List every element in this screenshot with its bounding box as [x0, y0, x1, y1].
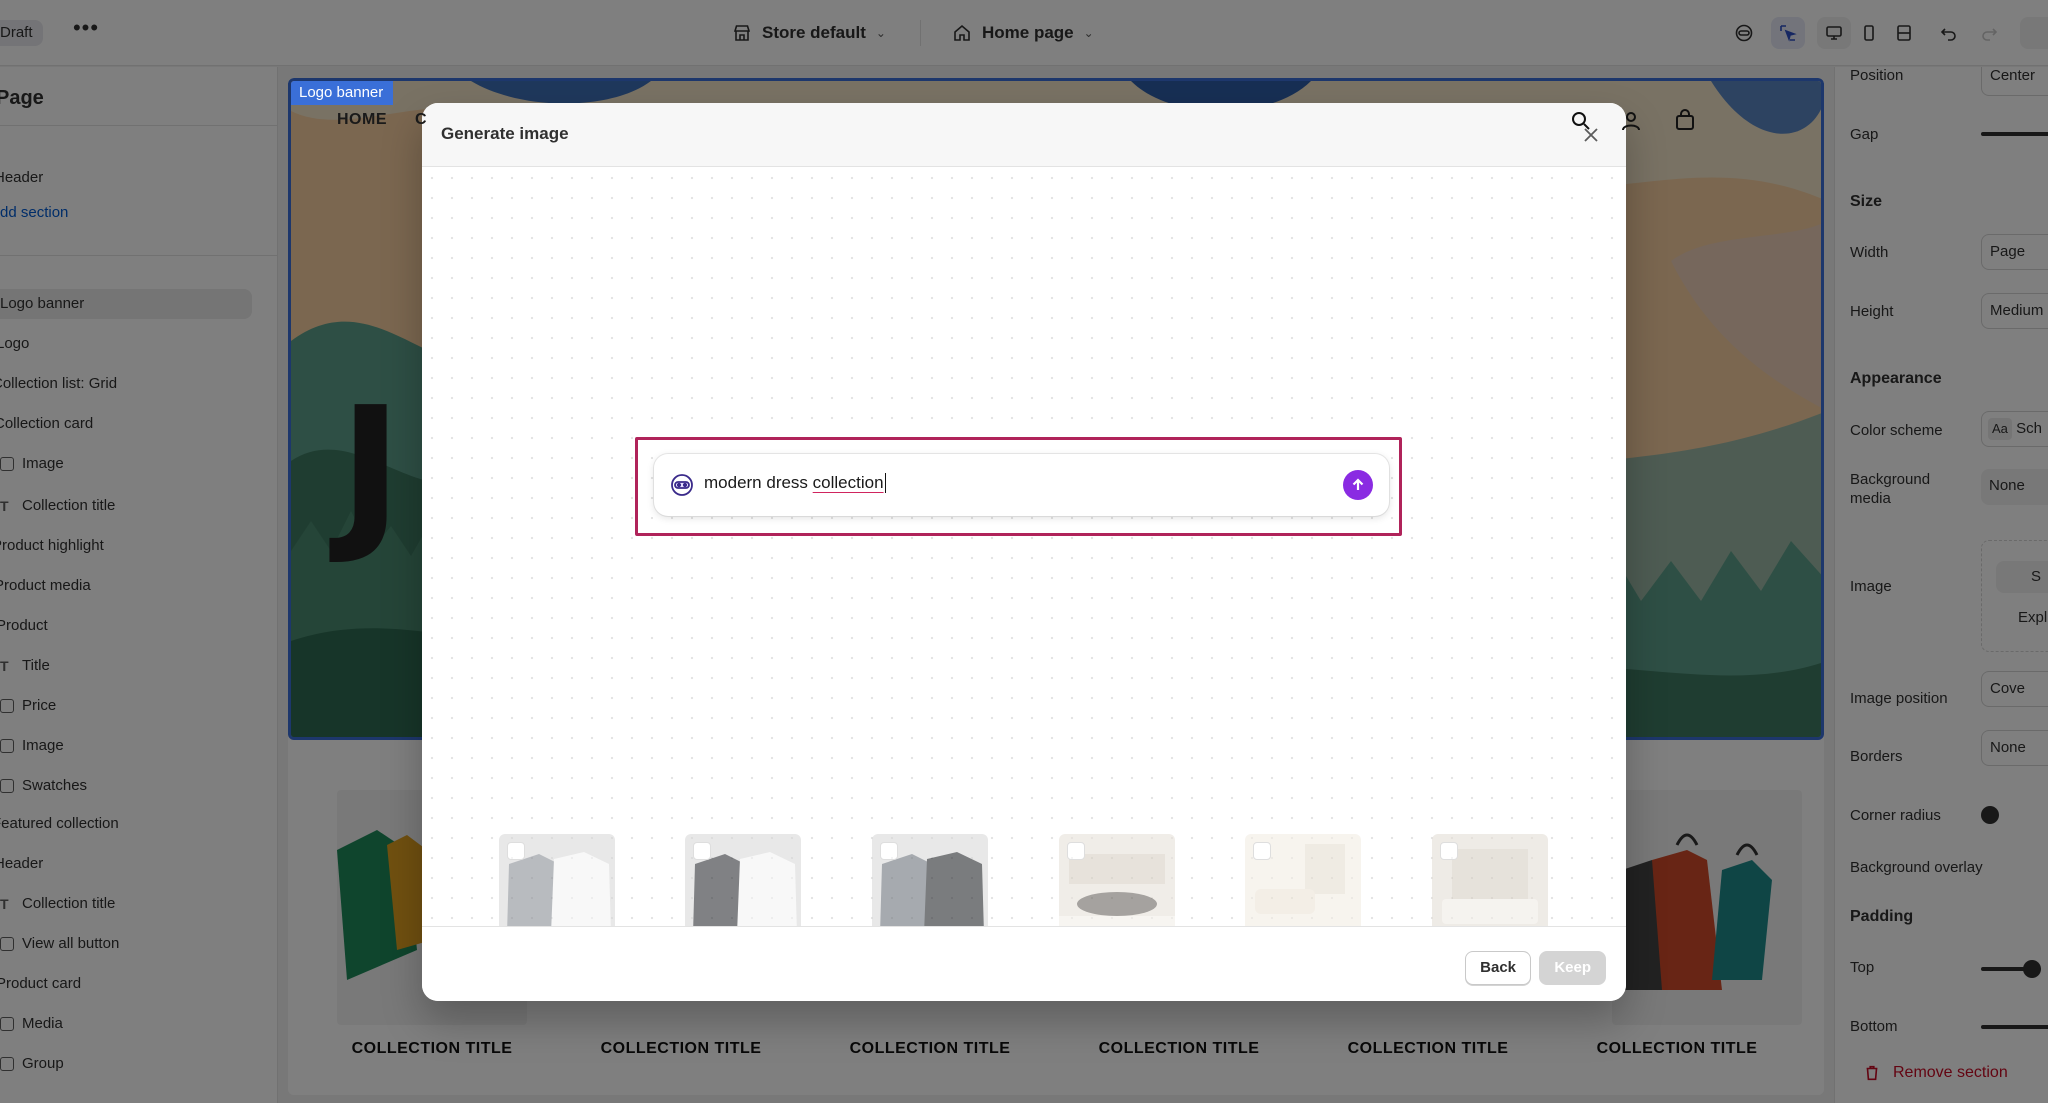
thumbnail-checkbox[interactable] — [693, 842, 711, 860]
sidekick-icon — [671, 474, 693, 496]
prompt-input-value[interactable]: modern dress collection — [704, 473, 887, 493]
account-icon[interactable] — [1619, 109, 1643, 133]
generated-image-thumbnail[interactable] — [872, 834, 988, 934]
thumbnail-checkbox[interactable] — [1253, 842, 1271, 860]
thumbnail-checkbox[interactable] — [1067, 842, 1085, 860]
store-header: HOME C — [291, 105, 1821, 137]
section-label-badge: Logo banner — [291, 81, 394, 105]
submit-prompt-button[interactable] — [1343, 470, 1373, 500]
back-button[interactable]: Back — [1465, 951, 1531, 985]
nav-link-home[interactable]: HOME — [337, 111, 387, 129]
thumbnail-checkbox[interactable] — [880, 842, 898, 860]
prompt-input[interactable]: modern dress collection — [654, 454, 1389, 516]
text-cursor — [884, 473, 887, 493]
generated-image-thumbnail[interactable] — [1432, 834, 1548, 934]
generated-image-thumbnail[interactable] — [685, 834, 801, 934]
nav-link-collections[interactable]: C — [415, 111, 427, 129]
section-label: Logo banner — [299, 84, 384, 101]
keep-button[interactable]: Keep — [1539, 951, 1606, 985]
search-icon[interactable] — [1569, 109, 1593, 133]
generated-image-thumbnail[interactable] — [1245, 834, 1361, 934]
prompt-text-plain: modern dress — [704, 473, 813, 492]
logo-letter: J — [339, 371, 403, 569]
generated-image-thumbnail[interactable] — [1059, 834, 1175, 934]
dialog-canvas — [422, 168, 1626, 926]
generate-image-dialog: Generate image modern dress collection B… — [422, 103, 1626, 1001]
arrow-up-icon — [1352, 478, 1364, 490]
cart-icon[interactable] — [1673, 109, 1697, 133]
thumbnail-checkbox[interactable] — [1440, 842, 1458, 860]
dialog-footer: Back Keep — [422, 926, 1626, 1001]
thumbnail-checkbox[interactable] — [507, 842, 525, 860]
generated-image-thumbnail[interactable] — [499, 834, 615, 934]
prompt-text-misspelled-word: collection — [812, 473, 884, 492]
